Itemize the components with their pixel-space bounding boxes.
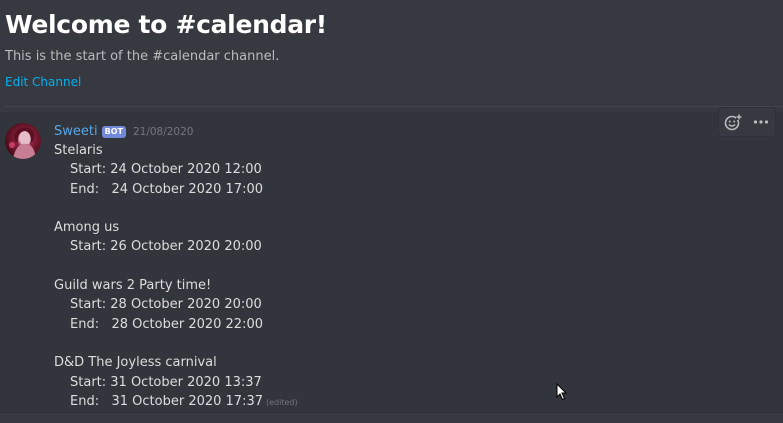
message-header: Sweeti BOT 21/08/2020	[54, 124, 193, 140]
message-line-text: End: 28 October 2020 22:00	[70, 316, 263, 332]
event-time-line: Start: 28 October 2020 20:00	[54, 295, 298, 314]
add-reaction-button[interactable]	[722, 111, 744, 133]
timestamp: 21/08/2020	[132, 126, 194, 138]
message-line-text: Guild wars 2 Party time!	[54, 278, 212, 294]
user-avatar-icon	[9, 127, 36, 159]
message-content: Stelaris Start: 24 October 2020 12:00 End:…	[54, 141, 298, 411]
username[interactable]: Sweeti	[54, 124, 98, 140]
mouse-cursor-icon	[556, 383, 568, 401]
divider	[5, 106, 783, 107]
welcome-subtitle: This is the start of the #calendar chann…	[5, 49, 280, 64]
message-line-text: Start: 26 October 2020 20:00	[70, 239, 262, 255]
event-time-line: End: 24 October 2020 17:00	[54, 180, 298, 199]
event-title-line: D&D The Joyless carnival	[54, 353, 298, 372]
more-options-icon	[753, 120, 769, 124]
event-time-line: End: 31 October 2020 17:37 (edited)	[54, 392, 298, 411]
add-reaction-icon	[724, 114, 742, 131]
event-time-line: Start: 26 October 2020 20:00	[54, 237, 298, 256]
message-line-text: End: 24 October 2020 17:00	[70, 181, 263, 197]
message-line-text: Among us	[54, 220, 120, 236]
message-actions	[718, 107, 776, 137]
event-time-line: Start: 31 October 2020 13:37	[54, 373, 298, 392]
event-title-line: Stelaris	[54, 141, 298, 160]
message-line-text: D&D The Joyless carnival	[54, 355, 217, 371]
message-line-text: Start: 24 October 2020 12:00	[70, 162, 262, 178]
event-title-line: Guild wars 2 Party time!	[54, 276, 298, 295]
more-options-button[interactable]	[750, 111, 772, 133]
bot-tag: BOT	[101, 126, 126, 138]
edited-label: (edited)	[266, 397, 298, 407]
event-time-line: End: 28 October 2020 22:00	[54, 315, 298, 334]
message-line-text: End: 31 October 2020 17:37	[70, 393, 263, 409]
message-line-text: Start: 28 October 2020 20:00	[70, 297, 262, 313]
channel-welcome: Welcome to #calendar! This is the start …	[5, 8, 775, 90]
welcome-title: Welcome to #calendar!	[5, 10, 327, 39]
divider	[0, 412, 783, 413]
message-line-text: Stelaris	[54, 143, 103, 158]
event-time-line: Start: 24 October 2020 12:00	[54, 160, 298, 179]
avatar[interactable]	[5, 123, 41, 159]
event-title-line: Among us	[54, 218, 298, 237]
edit-channel-link[interactable]: Edit Channel	[5, 74, 81, 90]
message-line-text: Start: 31 October 2020 13:37	[70, 374, 262, 390]
